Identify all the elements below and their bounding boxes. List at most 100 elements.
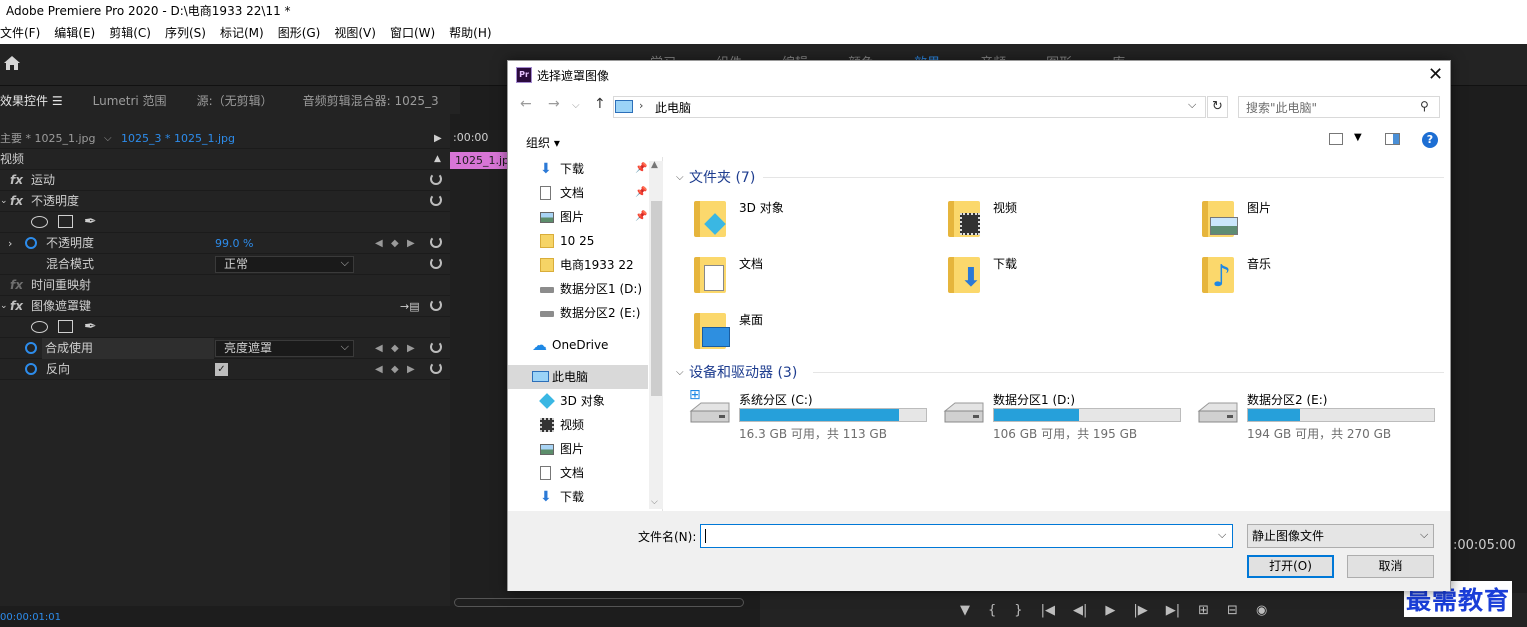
menu-item[interactable]: 视图(V): [334, 22, 383, 44]
insert-icon[interactable]: ⊞: [1198, 603, 1209, 618]
menu-item[interactable]: 编辑(E): [54, 22, 102, 44]
menu-item[interactable]: 剪辑(C): [109, 22, 158, 44]
stopwatch-icon[interactable]: [25, 342, 37, 354]
mini-timeline[interactable]: [450, 130, 510, 610]
fx-icon[interactable]: fx: [10, 170, 23, 191]
nav-item[interactable]: 数据分区2 (E:): [508, 301, 648, 325]
nav-item[interactable]: 文档: [508, 461, 648, 485]
address-dropdown-icon[interactable]: ⌵: [1188, 98, 1196, 112]
collapse-chevron-icon[interactable]: ⌵: [676, 172, 684, 183]
tab-audio-clip-mixer[interactable]: 音频剪辑混合器: 1025_3: [303, 92, 439, 109]
nav-item[interactable]: 文档 📌: [508, 181, 648, 205]
scroll-down-icon[interactable]: ⌵: [651, 497, 658, 507]
sequence-clip-label[interactable]: 1025_3 * 1025_1.jpg: [121, 128, 235, 149]
nav-item[interactable]: ⬇ 下载 📌: [508, 157, 648, 181]
go-to-out-icon[interactable]: ▶|: [1166, 603, 1180, 618]
add-marker-icon[interactable]: ▼: [960, 603, 970, 618]
help-icon[interactable]: ?: [1422, 132, 1438, 148]
open-button[interactable]: 打开(O): [1247, 555, 1334, 578]
fx-icon[interactable]: fx: [10, 296, 23, 317]
pin-icon[interactable]: 📌: [635, 181, 647, 205]
home-icon[interactable]: [2, 53, 22, 73]
current-time-readout[interactable]: 00:00:01:01: [0, 612, 61, 623]
mark-out-icon[interactable]: }: [1014, 603, 1022, 618]
reset-icon[interactable]: [430, 299, 442, 311]
close-icon[interactable]: ✕: [1428, 64, 1443, 85]
prev-keyframe-icon[interactable]: ◀: [375, 338, 383, 359]
step-back-icon[interactable]: ◀|: [1073, 603, 1087, 618]
next-keyframe-icon[interactable]: ▶: [407, 359, 415, 380]
timeline-clip[interactable]: 1025_1.jpg: [450, 152, 510, 169]
view-dropdown-icon[interactable]: ▼: [1354, 132, 1362, 143]
filetype-select[interactable]: 静止图像文件: [1247, 524, 1434, 548]
reset-icon[interactable]: [430, 194, 442, 206]
effect-motion-row[interactable]: fx 运动: [0, 170, 450, 191]
opacity-value[interactable]: 99.0 %: [215, 233, 253, 254]
nav-item[interactable]: 电商1933 22: [508, 253, 648, 277]
nav-item[interactable]: ⬇ 下载: [508, 485, 648, 509]
ellipse-mask-icon[interactable]: [31, 216, 48, 228]
stopwatch-icon[interactable]: [25, 237, 37, 249]
scroll-up-icon[interactable]: ▲: [651, 160, 658, 170]
nav-item[interactable]: 图片 📌: [508, 205, 648, 229]
prev-keyframe-icon[interactable]: ◀: [375, 359, 383, 380]
nav-item[interactable]: ☁ OneDrive: [508, 333, 648, 357]
blend-mode-dropdown[interactable]: 正常: [215, 255, 354, 273]
pin-icon[interactable]: 📌: [635, 205, 647, 229]
nav-item[interactable]: 此电脑: [508, 365, 648, 389]
stopwatch-icon[interactable]: [25, 363, 37, 375]
preview-pane-icon[interactable]: [1385, 133, 1400, 145]
nav-scroll-thumb[interactable]: [651, 201, 662, 396]
reset-icon[interactable]: [430, 257, 442, 269]
mark-in-icon[interactable]: {: [988, 603, 996, 618]
overwrite-icon[interactable]: ⊟: [1227, 603, 1238, 618]
chevron-down-icon[interactable]: ⌵: [104, 128, 112, 149]
nav-item[interactable]: 数据分区1 (D:): [508, 277, 648, 301]
rectangle-mask-icon[interactable]: [58, 215, 73, 228]
menu-item[interactable]: 标记(M): [220, 22, 271, 44]
ellipse-mask-icon[interactable]: [31, 321, 48, 333]
play-triangle-icon[interactable]: ▶: [434, 128, 442, 149]
go-to-in-icon[interactable]: |◀: [1041, 603, 1055, 618]
menu-item[interactable]: 序列(S): [165, 22, 213, 44]
folders-group-header[interactable]: 文件夹 (7): [689, 167, 755, 187]
next-keyframe-icon[interactable]: ▶: [407, 233, 415, 254]
expand-arrow-icon[interactable]: ›: [8, 233, 12, 254]
effect-opacity-row[interactable]: ⌄ fx 不透明度: [0, 191, 450, 212]
menu-item[interactable]: 文件(F): [0, 22, 47, 44]
recent-dropdown-icon[interactable]: ⌵: [572, 100, 580, 111]
rectangle-mask-icon[interactable]: [58, 320, 73, 333]
master-clip-label[interactable]: 主要 * 1025_1.jpg: [0, 128, 96, 149]
select-matte-icon[interactable]: →▤: [400, 296, 420, 317]
panel-menu-icon[interactable]: ☰: [52, 94, 63, 108]
time-remap-row[interactable]: fx 时间重映射: [0, 275, 450, 296]
filename-dropdown-icon[interactable]: ⌵: [1218, 528, 1226, 542]
reset-icon[interactable]: [430, 362, 442, 374]
up-arrow-icon[interactable]: ↑: [594, 96, 606, 112]
reset-icon[interactable]: [430, 341, 442, 353]
add-keyframe-icon[interactable]: ◆: [391, 359, 399, 380]
collapse-up-icon[interactable]: ▲: [434, 149, 441, 170]
nav-item[interactable]: 10 25: [508, 229, 648, 253]
reset-icon[interactable]: [430, 173, 442, 185]
drives-group-header[interactable]: 设备和驱动器 (3): [689, 362, 797, 382]
tab-source[interactable]: 源:（无剪辑）: [197, 92, 273, 109]
step-forward-icon[interactable]: |▶: [1133, 603, 1147, 618]
play-icon[interactable]: ▶: [1105, 603, 1115, 618]
nav-item[interactable]: 视频: [508, 413, 648, 437]
expand-chevron-icon[interactable]: ⌄: [0, 191, 8, 212]
filename-input[interactable]: [700, 524, 1233, 548]
tab-effect-controls[interactable]: 效果控件 ☰: [0, 92, 63, 109]
pen-mask-icon[interactable]: ✒: [84, 211, 97, 232]
change-view-icon[interactable]: [1329, 133, 1343, 145]
composite-dropdown[interactable]: 亮度遮罩: [215, 339, 354, 357]
timeline-zoom-scrollbar[interactable]: [454, 598, 744, 607]
address-bar[interactable]: [613, 96, 1206, 118]
breadcrumb[interactable]: 此电脑: [655, 99, 691, 116]
nav-item[interactable]: 图片: [508, 437, 648, 461]
pin-icon[interactable]: 📌: [635, 157, 647, 181]
reset-icon[interactable]: [430, 236, 442, 248]
cancel-button[interactable]: 取消: [1347, 555, 1434, 578]
fx-icon[interactable]: fx: [10, 191, 23, 212]
collapse-chevron-icon[interactable]: ⌵: [676, 367, 684, 378]
